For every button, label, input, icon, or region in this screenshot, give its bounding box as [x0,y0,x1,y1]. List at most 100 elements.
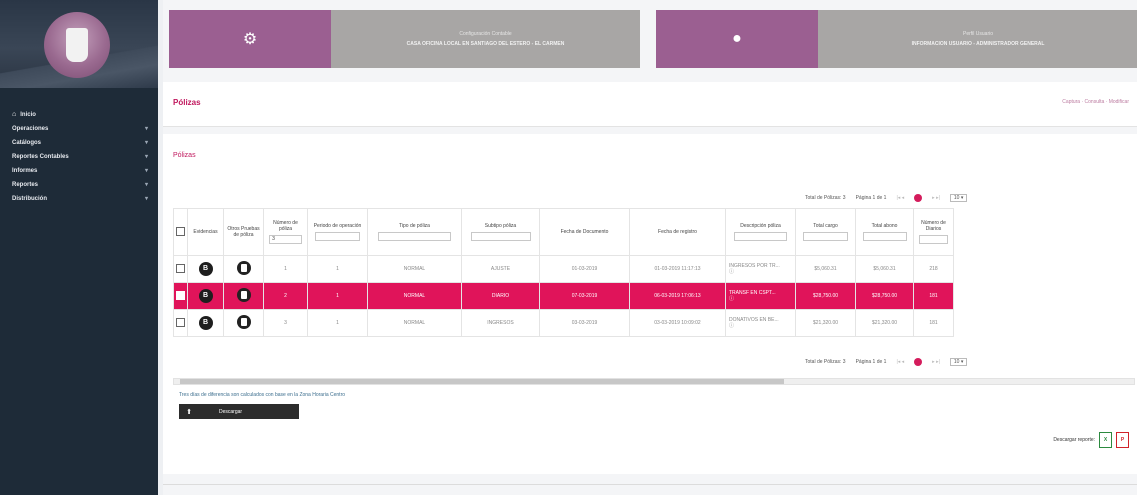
info-icon[interactable]: ⓘ [729,296,734,302]
breadcrumb[interactable]: Captura · Consulta · Modificar [1062,99,1129,105]
col-fecha-doc[interactable]: Fecha de Documento [539,208,630,256]
footer-divider [163,484,1137,485]
filter-cargo[interactable] [802,232,849,241]
filter-numero[interactable]: 3 [269,235,302,244]
filter-descripcion[interactable] [733,232,788,241]
col-cargo[interactable]: Total cargo [795,208,856,256]
cell-fecha-reg: 01-03-2019 11:17:13 [629,255,726,283]
cell-fecha-doc: 07-03-2019 [539,282,630,310]
info-icon[interactable]: ⓘ [729,269,734,275]
row-checkbox[interactable] [176,290,185,300]
row-checkbox[interactable] [176,317,185,327]
cell-subtipo: INGRESOS [461,309,540,337]
col-periodo[interactable]: Periodo de operación [307,208,368,256]
cell-numero: 3 [263,309,308,337]
download-button[interactable]: ⬆ Descargar [179,404,299,419]
user-card[interactable]: ● Perfil Usuario INFORMACION USUARIO - A… [656,10,1137,68]
pager-bottom: Total de Pólizas: 3 Página 1 de 1 |◂ ◂ ▸… [805,356,968,368]
current-page-button[interactable] [914,194,923,202]
col-fecha-reg[interactable]: Fecha de registro [629,208,726,256]
pager-page: Página 1 de 1 [855,195,887,201]
config-card[interactable]: ⚙ Configuración Contable CASA OFICINA LO… [169,10,640,68]
sidebar-item-label: Catálogos [12,140,42,146]
first-page-icon[interactable]: |◂ ◂ [896,195,904,201]
user-card-title: Perfil Usuario [962,31,993,37]
row-checkbox[interactable] [176,263,185,273]
filter-abono[interactable] [862,232,907,241]
cell-fecha-reg: 06-03-2019 17:06:13 [629,282,726,310]
sidebar-item-reportes[interactable]: Reportes ▾ [0,178,158,192]
chevron-down-icon: ▾ [144,182,148,188]
last-page-icon[interactable]: ▸ ▸| [932,359,940,365]
excel-icon[interactable]: X [1099,432,1112,448]
sidebar-item-catalogos[interactable]: Catálogos ▾ [0,136,158,150]
chevron-down-icon: ▾ [144,168,148,174]
page-title: Pólizas [173,98,201,107]
evidence-icon[interactable]: B [198,316,213,330]
pdf-icon[interactable]: P [1116,432,1129,448]
document-icon[interactable] [236,261,251,275]
select-all-checkbox[interactable] [176,226,185,236]
cell-diarios: 181 [913,309,954,337]
sidebar-item-label: Distribución [12,196,48,202]
scrollbar-thumb[interactable] [180,379,784,384]
col-tipo[interactable]: Tipo de póliza [367,208,462,256]
info-icon[interactable]: ⓘ [729,323,734,329]
table-row[interactable]: B 3 1 NORMAL INGRESOS 03-03-2019 03-03-2… [173,309,954,337]
panel-title: Pólizas [173,152,196,159]
cell-cargo: $5,060.31 [795,255,856,283]
filter-tipo[interactable] [378,232,451,241]
page-size-select[interactable]: 10 ▾ [949,358,968,366]
sidebar-item-informes[interactable]: Informes ▾ [0,164,158,178]
cell-numero: 2 [263,282,308,310]
cell-fecha-doc: 03-03-2019 [539,309,630,337]
chevron-down-icon: ▾ [144,126,148,132]
table-row[interactable]: B 1 1 NORMAL AJUSTE 01-03-2019 01-03-201… [173,255,954,283]
polizas-panel: Pólizas Total de Pólizas: 3 Página 1 de … [163,134,1137,474]
cell-abono: $5,060.31 [855,255,914,283]
first-page-icon[interactable]: |◂ ◂ [896,359,904,365]
page-size-select[interactable]: 10 ▾ [949,194,968,202]
document-icon[interactable] [236,315,251,329]
config-card-detail: CASA OFICINA LOCAL EN SANTIAGO DEL ESTER… [406,41,565,47]
chevron-down-icon: ▾ [144,140,148,146]
select-all-header[interactable] [173,208,188,256]
filter-periodo[interactable] [314,232,361,241]
pager-total: Total de Pólizas: 3 [805,359,846,365]
reports-label: Descargar reporte: [1053,437,1095,443]
sidebar-item-distribucion[interactable]: Distribución ▾ [0,192,158,206]
cell-abono: $28,750.00 [855,282,914,310]
col-abono[interactable]: Total abono [855,208,914,256]
table-header-row: Evidencias Otros Pruebas de póliza Númer… [173,208,954,256]
col-descripcion[interactable]: Descripción póliza [725,208,796,256]
col-subtipo[interactable]: Subtipo póliza [461,208,540,256]
cell-periodo: 1 [307,255,368,283]
col-diarios[interactable]: Número de Diarios [913,208,954,256]
user-icon: ● [656,10,818,68]
chevron-down-icon: ▾ [144,196,148,202]
cell-descripcion: DONATIVOS EN BE... ⓘ [725,309,796,337]
col-evidencias: Evidencias [187,208,224,256]
config-card-title: Configuración Contable [459,31,512,37]
sidebar-item-label: Informes [12,168,38,174]
pager-top: Total de Pólizas: 3 Página 1 de 1 |◂ ◂ ▸… [805,192,968,204]
current-page-button[interactable] [914,358,923,366]
evidence-icon[interactable]: B [198,262,213,276]
cell-subtipo: DIARIO [461,282,540,310]
user-card-text: Perfil Usuario INFORMACION USUARIO - ADM… [818,10,1137,68]
table-row-selected[interactable]: B 2 1 NORMAL DIARIO 07-03-2019 06-03-201… [173,282,954,310]
col-numero[interactable]: Número de póliza 3 [263,208,308,256]
horizontal-scrollbar[interactable] [173,378,1135,385]
last-page-icon[interactable]: ▸ ▸| [932,195,940,201]
sidebar-item-operaciones[interactable]: Operaciones ▾ [0,122,158,136]
filter-subtipo[interactable] [470,232,531,241]
sidebar: ⌂ Inicio Operaciones ▾ Catálogos ▾ Reportes… [0,0,158,495]
sidebar-item-reportes-contables[interactable]: Reportes Contables ▾ [0,150,158,164]
cell-descripcion: TRANSF EN CSPT... ⓘ [725,282,796,310]
filter-diarios[interactable] [918,235,949,244]
sidebar-item-inicio[interactable]: ⌂ Inicio [0,108,158,122]
cell-abono: $21,320.00 [855,309,914,337]
document-icon[interactable] [236,288,251,302]
evidence-icon[interactable]: B [198,289,213,303]
cell-cargo: $21,320.00 [795,309,856,337]
